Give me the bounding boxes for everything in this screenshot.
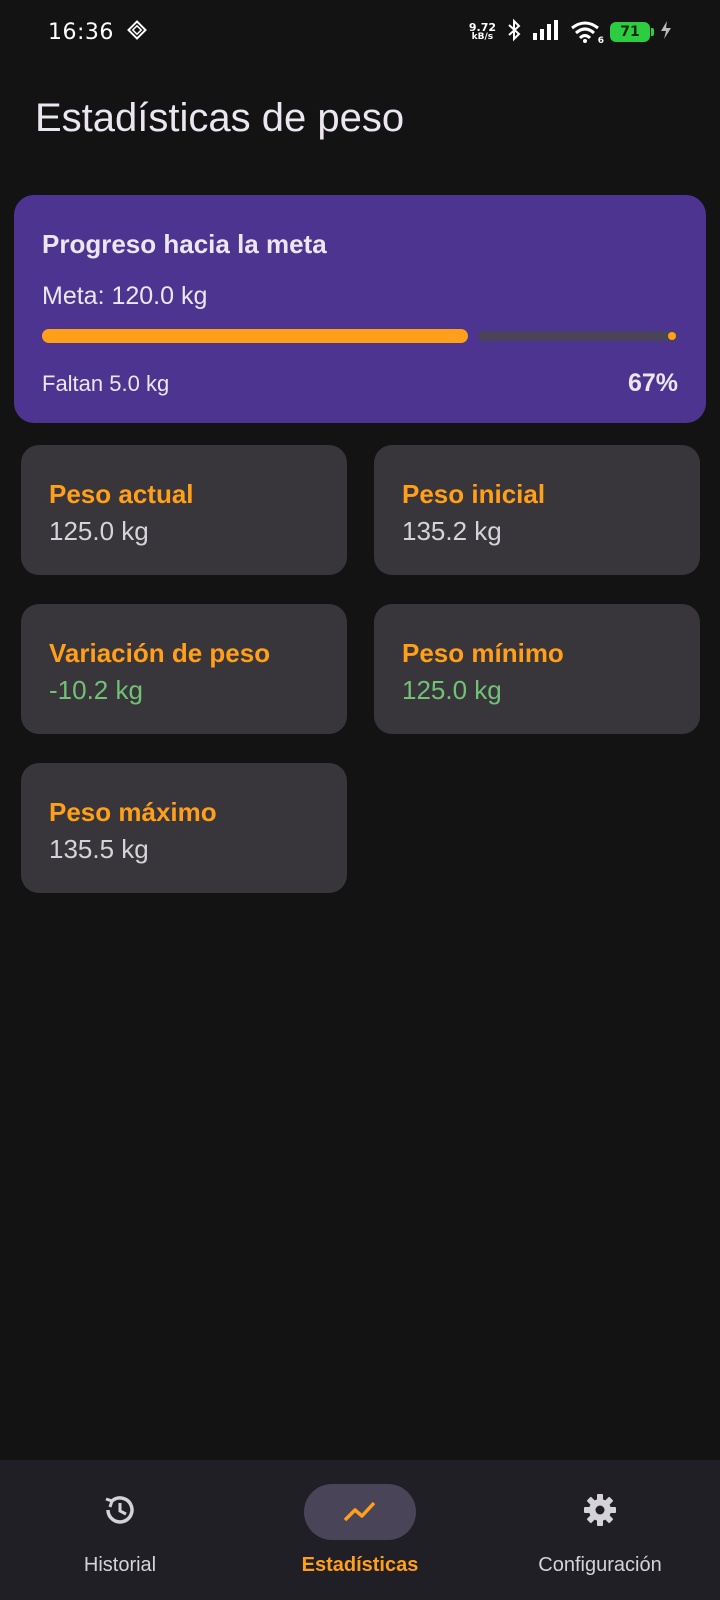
stat-label: Peso mínimo bbox=[402, 638, 564, 668]
stat-label: Peso inicial bbox=[402, 479, 546, 509]
stat-card-weight-change: Variación de peso -10.2 kg bbox=[21, 604, 347, 734]
nav-icon-container bbox=[64, 1484, 176, 1540]
stat-label: Peso actual bbox=[49, 479, 194, 509]
stat-value: 135.5 kg bbox=[49, 834, 149, 864]
stat-value: -10.2 kg bbox=[49, 675, 143, 705]
page-title: Estadísticas de peso bbox=[35, 96, 405, 140]
screen: 16:36 9.72 kB/s 6 71 Estadísticas de pes… bbox=[0, 0, 720, 1600]
stat-value: 135.2 kg bbox=[402, 516, 502, 546]
signal-icon bbox=[532, 19, 560, 45]
nav-label: Estadísticas bbox=[301, 1554, 419, 1576]
stat-card-current-weight: Peso actual 125.0 kg bbox=[21, 445, 347, 575]
status-right: 9.72 kB/s 6 71 bbox=[469, 18, 672, 46]
stat-card-min-weight: Peso mínimo 125.0 kg bbox=[374, 604, 700, 734]
stat-label: Variación de peso bbox=[49, 638, 271, 668]
stat-label: Peso máximo bbox=[49, 797, 217, 827]
progress-bar-track bbox=[478, 331, 678, 341]
nav-item-statistics[interactable]: Estadísticas bbox=[250, 1484, 470, 1577]
progress-bar bbox=[42, 329, 678, 343]
progress-footer: Faltan 5.0 kg 67% bbox=[42, 369, 678, 398]
stat-card-max-weight: Peso máximo 135.5 kg bbox=[21, 763, 347, 893]
net-speed: 9.72 kB/s bbox=[469, 22, 496, 42]
status-bar: 16:36 9.72 kB/s 6 71 bbox=[0, 0, 720, 64]
stat-value: 125.0 kg bbox=[402, 675, 502, 705]
bluetooth-icon bbox=[506, 18, 522, 46]
progress-end-dot bbox=[668, 332, 676, 340]
wifi-icon: 6 bbox=[570, 20, 604, 46]
stat-value: 125.0 kg bbox=[49, 516, 149, 546]
net-speed-unit: kB/s bbox=[471, 32, 494, 42]
status-time: 16:36 bbox=[48, 19, 114, 45]
nav-item-history[interactable]: Historial bbox=[10, 1484, 230, 1577]
goal-progress-card: Progreso hacia la meta Meta: 120.0 kg Fa… bbox=[14, 195, 706, 423]
battery-indicator: 71 bbox=[610, 22, 654, 42]
nav-label: Historial bbox=[83, 1554, 157, 1576]
nav-label: Configuración bbox=[538, 1554, 662, 1576]
history-icon bbox=[100, 1490, 140, 1534]
notification-icon bbox=[126, 19, 148, 45]
nav-icon-container bbox=[304, 1484, 416, 1540]
trending-up-icon bbox=[340, 1490, 380, 1534]
progress-percent: 67% bbox=[627, 369, 678, 397]
nav-item-settings[interactable]: Configuración bbox=[490, 1484, 710, 1577]
gear-icon bbox=[580, 1490, 620, 1534]
stat-card-initial-weight: Peso inicial 135.2 kg bbox=[374, 445, 700, 575]
progress-title: Progreso hacia la meta bbox=[42, 229, 327, 259]
bottom-navigation: Historial Estadísticas Configuración bbox=[0, 1460, 720, 1600]
wifi-badge: 6 bbox=[597, 36, 604, 46]
goal-text: Meta: 120.0 kg bbox=[42, 282, 208, 310]
remaining-text: Faltan 5.0 kg bbox=[42, 370, 170, 396]
progress-bar-fill bbox=[42, 329, 469, 343]
status-left: 16:36 bbox=[48, 19, 148, 45]
charging-icon bbox=[660, 20, 672, 44]
nav-icon-container bbox=[544, 1484, 656, 1540]
